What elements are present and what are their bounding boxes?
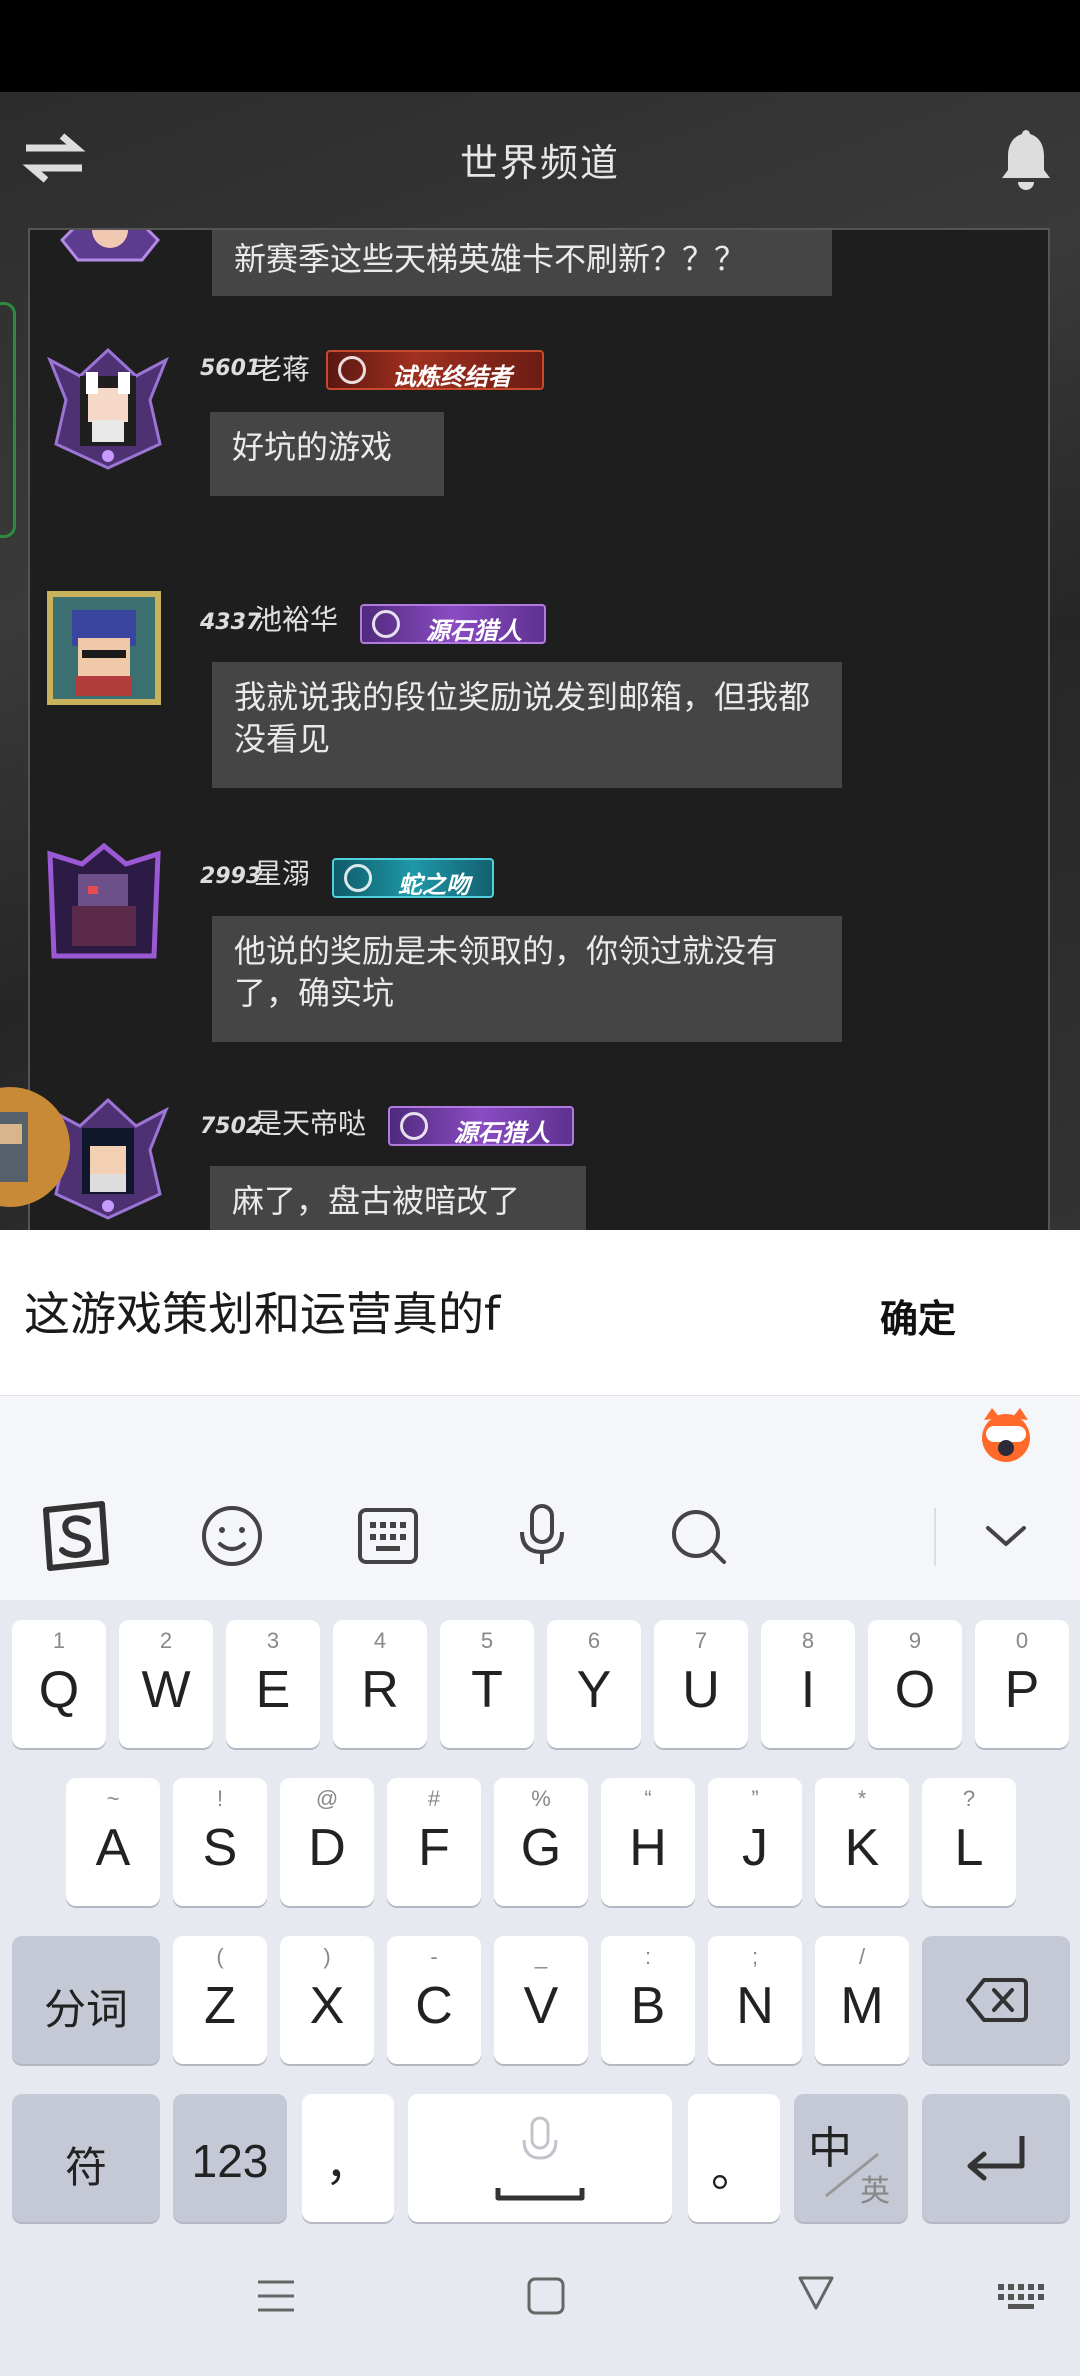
key-a[interactable]: ~ A bbox=[66, 1778, 160, 1906]
key-f[interactable]: # F bbox=[387, 1778, 481, 1906]
space-key[interactable] bbox=[408, 2094, 672, 2222]
emoji-icon[interactable] bbox=[192, 1496, 272, 1576]
key-z[interactable]: (Z bbox=[173, 1936, 267, 2064]
player-name[interactable]: 池裕华 bbox=[254, 598, 338, 638]
message-bubble: 新赛季这些天梯英雄卡不刷新？？？ bbox=[212, 230, 832, 296]
key-n[interactable]: ; N bbox=[708, 1936, 802, 2064]
menu-icon[interactable] bbox=[256, 2276, 296, 2316]
player-level: 7502 bbox=[200, 1114, 262, 1139]
number-key[interactable]: 123 bbox=[173, 2094, 287, 2222]
player-name[interactable]: 星溺 bbox=[254, 852, 310, 892]
side-tab[interactable] bbox=[0, 302, 16, 538]
player-level: 5601 bbox=[200, 356, 262, 381]
backspace-key[interactable] bbox=[922, 1936, 1070, 2064]
message-bubble: 他说的奖励是未领取的，你领过就没有了，确实坑 bbox=[212, 916, 842, 1042]
key-t[interactable]: 5T bbox=[440, 1620, 534, 1748]
key-o[interactable]: 9O bbox=[868, 1620, 962, 1748]
avatar[interactable] bbox=[40, 340, 176, 476]
key-u[interactable]: 7U bbox=[654, 1620, 748, 1748]
toolbar-divider bbox=[934, 1508, 936, 1566]
message-bubble: 麻了，盘古被暗改了 bbox=[210, 1166, 586, 1230]
comma-key[interactable]: ， bbox=[302, 2094, 394, 2222]
home-icon[interactable] bbox=[526, 2276, 566, 2316]
title-badge: 试炼终结者 bbox=[326, 350, 544, 391]
title-badge: 源石猎人 bbox=[388, 1106, 574, 1147]
floating-hero-icon[interactable] bbox=[0, 1072, 80, 1222]
chevron-down-icon[interactable] bbox=[966, 1496, 1046, 1576]
avatar[interactable] bbox=[42, 586, 166, 710]
channel-title: 世界频道 bbox=[459, 141, 620, 185]
enter-icon bbox=[967, 2136, 1025, 2181]
key-h[interactable]: “H bbox=[601, 1778, 695, 1906]
title-badge: 源石猎人 bbox=[360, 604, 546, 645]
bell-icon[interactable] bbox=[996, 126, 1056, 192]
stone-icon bbox=[372, 610, 400, 638]
key-r[interactable]: 4R bbox=[333, 1620, 427, 1748]
message-input-bar: 这游戏策划和运营真的f 确定 bbox=[0, 1230, 1080, 1396]
avatar[interactable] bbox=[42, 230, 178, 296]
key-q[interactable]: 1Q bbox=[12, 1620, 106, 1748]
microphone-icon[interactable] bbox=[502, 1496, 582, 1576]
key-c[interactable]: -C bbox=[387, 1936, 481, 2064]
key-v[interactable]: _ V bbox=[494, 1936, 588, 2064]
ime-keyboard: 1Q 2W 3E 4R 5T 6Y 7U 8I 9O 0P ~ A ! S @ D #… bbox=[0, 1396, 1080, 2376]
key-e[interactable]: 3E bbox=[226, 1620, 320, 1748]
search-icon[interactable] bbox=[658, 1496, 738, 1576]
key-d[interactable]: @ D bbox=[280, 1778, 374, 1906]
ime-toolbar bbox=[0, 1396, 1080, 1600]
key-s[interactable]: ! S bbox=[173, 1778, 267, 1906]
key-l[interactable]: ? L bbox=[922, 1778, 1016, 1906]
message-bubble: 好坑的游戏 bbox=[210, 412, 444, 496]
chat-message-list[interactable]: 新赛季这些天梯英雄卡不刷新？？？ 5601 老蒋 试炼终结者 好坑的游戏 433… bbox=[28, 228, 1050, 1230]
language-switch-key[interactable]: 中 英 bbox=[794, 2094, 908, 2222]
player-name[interactable]: 老蒋 bbox=[254, 348, 310, 388]
key-p[interactable]: 0P bbox=[975, 1620, 1069, 1748]
period-key[interactable]: 。 bbox=[688, 2094, 780, 2222]
keyboard-icon[interactable] bbox=[348, 1496, 428, 1576]
world-channel-screen: 世界频道 新赛季这些天梯英雄卡不刷新？？？ 5601 老蒋 试炼终结者 好坑的游… bbox=[0, 92, 1080, 1230]
key-b[interactable]: :B bbox=[601, 1936, 695, 2064]
key-x[interactable]: ) X bbox=[280, 1936, 374, 2064]
skull-icon bbox=[338, 356, 366, 384]
mascot-icon[interactable] bbox=[976, 1404, 1036, 1466]
stone-icon bbox=[400, 1112, 428, 1140]
sogou-logo-icon[interactable] bbox=[36, 1496, 116, 1576]
player-level: 4337 bbox=[200, 610, 262, 635]
status-bar bbox=[0, 0, 1080, 92]
slash-divider bbox=[825, 2152, 879, 2198]
back-icon[interactable] bbox=[796, 2272, 836, 2312]
space-mic-icon bbox=[495, 2116, 585, 2201]
avatar[interactable] bbox=[42, 840, 166, 964]
key-i[interactable]: 8I bbox=[761, 1620, 855, 1748]
badge-label: 源石猎人 bbox=[426, 617, 522, 645]
title-badge: 蛇之吻 bbox=[332, 858, 494, 899]
system-nav-bar bbox=[0, 2230, 1080, 2376]
snake-icon bbox=[344, 864, 372, 892]
keyboard-switch-icon[interactable] bbox=[996, 2280, 1046, 2314]
confirm-button[interactable]: 确定 bbox=[880, 1288, 956, 1343]
message-input[interactable]: 这游戏策划和运营真的f bbox=[24, 1278, 500, 1344]
key-m[interactable]: / M bbox=[815, 1936, 909, 2064]
badge-label: 蛇之吻 bbox=[398, 871, 470, 899]
player-level: 2993 bbox=[200, 864, 262, 889]
key-y[interactable]: 6Y bbox=[547, 1620, 641, 1748]
message-bubble: 我就说我的段位奖励说发到邮箱，但我都没看见 bbox=[212, 662, 842, 788]
channel-header: 世界频道 bbox=[0, 92, 1080, 232]
fenci-key[interactable]: 分词 bbox=[12, 1936, 160, 2064]
symbol-key[interactable]: 符 bbox=[12, 2094, 160, 2222]
badge-label: 试炼终结者 bbox=[392, 363, 512, 391]
key-k[interactable]: * K bbox=[815, 1778, 909, 1906]
badge-label: 源石猎人 bbox=[454, 1119, 550, 1147]
key-w[interactable]: 2W bbox=[119, 1620, 213, 1748]
player-name[interactable]: 是天帝哒 bbox=[254, 1102, 366, 1142]
key-g[interactable]: % G bbox=[494, 1778, 588, 1906]
backspace-icon bbox=[966, 1978, 1028, 2022]
enter-key[interactable] bbox=[922, 2094, 1070, 2222]
key-j[interactable]: ” J bbox=[708, 1778, 802, 1906]
